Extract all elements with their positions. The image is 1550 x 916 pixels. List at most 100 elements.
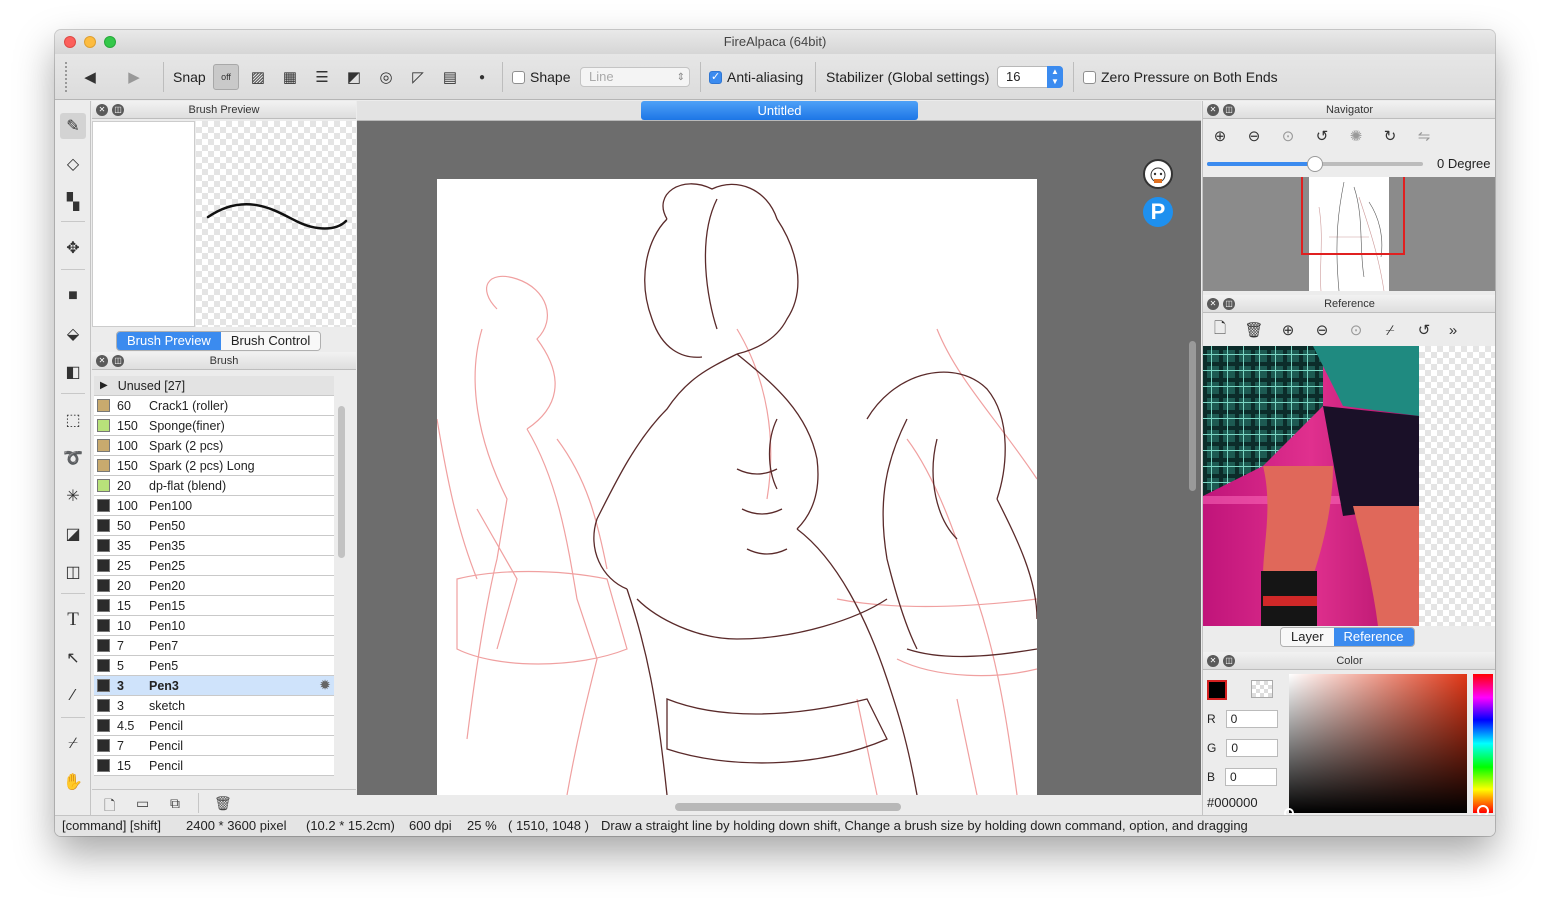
undo-icon[interactable]: ◀︎ — [77, 64, 103, 90]
zoom-in-icon[interactable]: ⊕ — [1203, 127, 1237, 145]
panel-detach-icon[interactable]: ◫ — [1223, 104, 1235, 116]
drawing-canvas[interactable] — [437, 179, 1037, 795]
fill-rectangle-icon[interactable]: ■ — [60, 283, 86, 309]
zero-pressure-checkbox[interactable]: Zero Pressure on Both Ends — [1083, 54, 1278, 100]
brush-item[interactable]: 4.5 Pencil — [94, 716, 334, 736]
tab-brush-control[interactable]: Brush Control — [220, 332, 321, 350]
magic-wand-icon[interactable]: ✳ — [60, 483, 86, 509]
flip-horizontal-icon[interactable]: ⇋ — [1407, 127, 1441, 145]
brush-item[interactable]: 10 Pen10 — [94, 616, 334, 636]
rotate-left-icon[interactable]: ↺ — [1305, 127, 1339, 145]
alpaca-mascot-icon[interactable] — [1143, 159, 1173, 189]
select-tool-icon[interactable]: ⬚ — [60, 407, 86, 433]
zoom-out-icon[interactable]: ⊖ — [1237, 127, 1271, 145]
brush-item[interactable]: 7 Pencil — [94, 736, 334, 756]
brush-item[interactable]: 3 sketch — [94, 696, 334, 716]
zoom-fit-icon[interactable]: ⊙ — [1271, 127, 1305, 145]
bucket-tool-icon[interactable]: ⬙ — [60, 321, 86, 347]
brush-item[interactable]: 60 Crack1 (roller) — [94, 396, 334, 416]
red-input[interactable]: 0 — [1225, 710, 1278, 728]
snap-settings-icon[interactable]: ● — [469, 64, 495, 90]
gradient-tool-icon[interactable]: ◧ — [60, 359, 86, 385]
brush-settings-gear-icon[interactable]: ✹ — [320, 678, 330, 692]
snap-curve-icon[interactable]: ◸ — [405, 64, 431, 90]
eyedropper-tool-icon[interactable]: ⌿ — [60, 731, 86, 757]
brush-item[interactable]: 20 Pen20 — [94, 576, 334, 596]
panel-close-icon[interactable]: ✕ — [1207, 104, 1219, 116]
dot-tool-icon[interactable]: ▚ — [60, 189, 86, 215]
panel-close-icon[interactable]: ✕ — [96, 355, 108, 367]
operation-tool-icon[interactable]: ↖ — [60, 645, 86, 671]
panel-detach-icon[interactable]: ◫ — [1223, 655, 1235, 667]
panel-detach-icon[interactable]: ◫ — [112, 355, 124, 367]
green-input[interactable]: 0 — [1226, 739, 1279, 757]
brush-item[interactable]: 7 Pen7 — [94, 636, 334, 656]
brush-item[interactable]: 15 Pen15 — [94, 596, 334, 616]
snap-off-button[interactable]: off — [213, 64, 239, 90]
text-tool-icon[interactable]: T — [60, 607, 86, 633]
zoom-fit-icon[interactable]: ⊙ — [1339, 321, 1373, 339]
brush-item[interactable]: 35 Pen35 — [94, 536, 334, 556]
trash-icon[interactable]: 🗑 — [214, 795, 232, 812]
antialias-checkbox-box[interactable] — [709, 70, 722, 84]
brush-item[interactable]: 15 Pencil — [94, 756, 334, 776]
shape-checkbox-box[interactable] — [512, 70, 525, 84]
rotate-reset-icon[interactable]: ✺ — [1339, 127, 1373, 145]
tab-layer[interactable]: Layer — [1281, 628, 1334, 646]
panel-close-icon[interactable]: ✕ — [1207, 655, 1219, 667]
snap-perspective-icon[interactable]: ◩ — [341, 64, 367, 90]
document-tab[interactable]: Untitled — [641, 101, 918, 120]
lasso-tool-icon[interactable]: ➰ — [60, 445, 86, 471]
folder-icon[interactable]: ▭ — [136, 795, 149, 812]
navigator-viewport-frame[interactable] — [1301, 177, 1405, 255]
open-reference-icon[interactable]: 🗋 — [1203, 318, 1237, 343]
hand-tool-icon[interactable]: ✋ — [60, 769, 86, 795]
canvas-vertical-scrollbar[interactable] — [1189, 341, 1196, 491]
rotation-slider[interactable] — [1207, 156, 1423, 172]
brush-item[interactable]: 50 Pen50 — [94, 516, 334, 536]
hue-slider[interactable] — [1473, 674, 1493, 817]
rotate-right-icon[interactable]: ↻ — [1373, 127, 1407, 145]
blue-input[interactable]: 0 — [1225, 768, 1278, 786]
more-chevron-icon[interactable]: » — [1441, 322, 1465, 339]
antialias-checkbox[interactable]: Anti-aliasing — [709, 54, 803, 100]
zoom-in-icon[interactable]: ⊕ — [1271, 321, 1305, 339]
brush-item[interactable]: 5 Pen5 — [94, 656, 334, 676]
disclosure-triangle-icon[interactable]: ▶ — [100, 380, 108, 391]
window-minimize-button[interactable] — [84, 36, 96, 48]
brush-group-unused[interactable]: ▶ Unused [27] — [94, 376, 334, 396]
foreground-color-swatch[interactable] — [1207, 680, 1227, 700]
panel-detach-icon[interactable]: ◫ — [1223, 298, 1235, 310]
brush-item[interactable]: 150 Spark (2 pcs) Long — [94, 456, 334, 476]
panel-detach-icon[interactable]: ◫ — [112, 104, 124, 116]
delete-reference-icon[interactable]: 🗑 — [1237, 321, 1271, 339]
snap-3d-perspective-icon[interactable]: ▤ — [437, 64, 463, 90]
snap-parallel-icon[interactable]: ▨ — [245, 64, 271, 90]
select-pen-icon[interactable]: ◪ — [60, 521, 86, 547]
stepper-arrows-icon[interactable]: ▲ ▼ — [1047, 66, 1063, 88]
snap-horizontal-icon[interactable]: ☰ — [309, 64, 335, 90]
brush-item[interactable]: 100 Spark (2 pcs) — [94, 436, 334, 456]
window-close-button[interactable] — [64, 36, 76, 48]
shape-checkbox[interactable]: Shape — [512, 54, 570, 100]
eyedropper-icon[interactable]: ⌿ — [1373, 322, 1407, 339]
move-tool-icon[interactable]: ✥ — [60, 235, 86, 261]
panel-close-icon[interactable]: ✕ — [96, 104, 108, 116]
reference-image[interactable] — [1203, 346, 1419, 626]
zero-pressure-checkbox-box[interactable] — [1083, 70, 1096, 84]
rotation-slider-knob[interactable] — [1307, 156, 1323, 172]
brush-item[interactable]: 20 dp-flat (blend) — [94, 476, 334, 496]
brush-item[interactable]: 3 Pen3 ✹ — [94, 676, 334, 696]
shape-select[interactable]: Line ⇕ — [580, 67, 690, 87]
zoom-out-icon[interactable]: ⊖ — [1305, 321, 1339, 339]
pixiv-icon[interactable]: P — [1143, 197, 1173, 227]
pen-tool-icon[interactable]: ✎ — [60, 113, 86, 139]
divide-tool-icon[interactable]: ⁄ — [60, 683, 86, 709]
snap-grid-icon[interactable]: ▦ — [277, 64, 303, 90]
brush-item[interactable]: 150 Sponge(finer) — [94, 416, 334, 436]
tab-reference[interactable]: Reference — [1333, 628, 1414, 646]
saturation-value-picker[interactable] — [1284, 674, 1467, 818]
stabilizer-stepper[interactable]: 16 ▲ ▼ — [997, 66, 1063, 88]
brush-list-scrollbar[interactable] — [338, 406, 345, 558]
select-eraser-icon[interactable]: ◫ — [60, 559, 86, 585]
